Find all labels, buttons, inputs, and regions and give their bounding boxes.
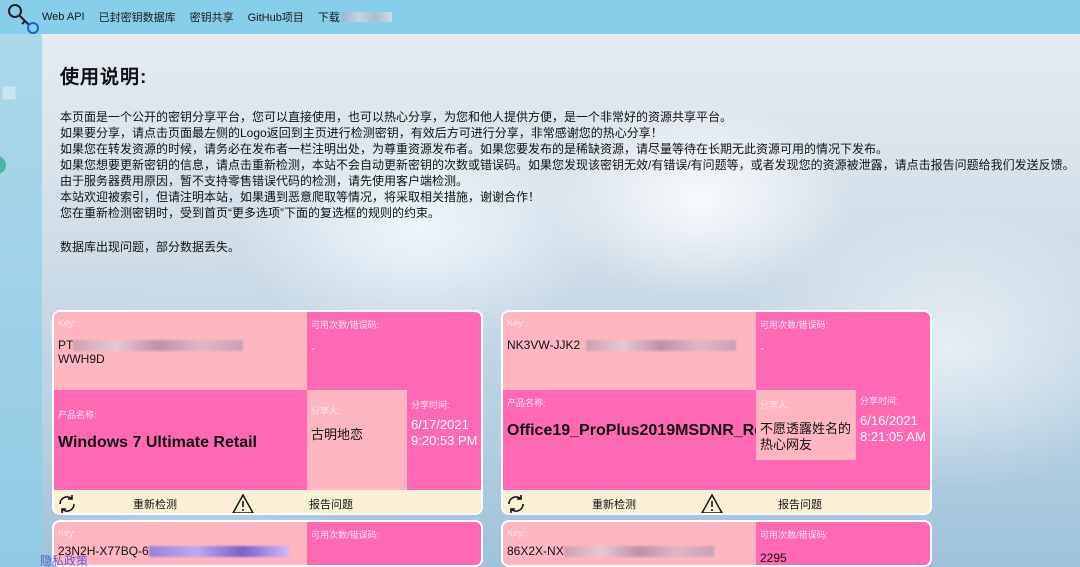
uses-label: 可用次数/错误码: (760, 320, 829, 330)
logo[interactable] (0, 0, 42, 34)
product-label: 产品名称: (58, 410, 97, 420)
uses-cell: 可用次数/错误码: - (307, 312, 481, 390)
intro-line-3: 如果您在转发资源的时候，请务必在发布者一栏注明出处，为尊重资源发布者。如果您要发… (60, 142, 889, 156)
warning-icon[interactable] (699, 492, 725, 513)
uses-label: 可用次数/错误码: (760, 530, 829, 540)
key-value[interactable]: NK3VW-JJK2 (507, 338, 752, 352)
key-logo-icon (8, 4, 39, 34)
recheck-button[interactable]: 重新检测 (80, 496, 230, 512)
time-label: 分享时间: (860, 396, 899, 406)
nav-blurred (341, 12, 392, 22)
key-label: Key: (58, 318, 77, 328)
key-prefix: 86X2X-NX (507, 544, 564, 558)
uses-cell: 可用次数/错误码: - (756, 312, 930, 390)
intro-line-4: 如果您想要更新密钥的信息，请点击重新检测，本站不会自动更新密钥的次数或错误码。如… (60, 158, 1075, 172)
uses-value: - (760, 341, 764, 355)
intro-line-6: 本站欢迎被索引，但请注明本站，如果遇到恶意爬取等情况，将采取相关措施，谢谢合作！ (60, 190, 541, 204)
key-card: Key: 86X2X-NX 可用次数/错误码: 2295 (501, 520, 932, 567)
key-cell: Key: PT WWH9D (54, 312, 307, 390)
nav-blocked-key-db[interactable]: 已封密钥数据库 (99, 9, 176, 25)
key-cell: Key: 86X2X-NX (503, 522, 756, 565)
recheck-button[interactable]: 重新检测 (529, 496, 699, 512)
time-cell: 分享时间: 6/16/2021 8:21:05 AM (856, 390, 930, 490)
key-prefix: NK3VW-JJK2 (507, 338, 581, 352)
sharer-name: 不愿透露姓名的热心网友 (760, 421, 852, 452)
refresh-icon[interactable] (54, 492, 80, 514)
uses-label: 可用次数/错误码: (311, 320, 380, 330)
sharer-label: 分享人: (760, 400, 790, 410)
key-cell: Key: 23N2H-X77BQ-6 (54, 522, 307, 565)
nav-github[interactable]: GitHub项目 (248, 9, 304, 25)
uses-cell: 可用次数/错误码: 2295 (756, 522, 930, 565)
key-value[interactable]: 86X2X-NX (507, 544, 752, 558)
time-cell: 分享时间: 6/17/2021 9:20:53 PM (407, 390, 481, 490)
intro-line-5: 由于服务器费用原因，暂不支持零售错误代码的检测，请先使用客户端检测。 (60, 174, 469, 188)
sharer-cell: 分享人: 古明地恋 (307, 390, 407, 490)
intro-line-7: 您在重新检测密钥时，受到首页“更多选项”下面的复选框的规则的约束。 (60, 206, 440, 220)
share-time: 6/16/2021 8:21:05 AM (860, 413, 926, 444)
uses-label: 可用次数/错误码: (311, 530, 380, 540)
intro-line-2: 如果要分享，请点击页面最左侧的Logo返回到主页进行检测密钥，有效后方可进行分享… (60, 126, 663, 140)
blurred-key (148, 546, 289, 558)
time-label: 分享时间: (411, 400, 450, 410)
report-button[interactable]: 报告问题 (725, 496, 875, 512)
product-cell: 产品名称: Office19_ProPlus2019MSDNR_Retail (503, 390, 787, 490)
left-sidebar (0, 34, 42, 567)
blurred-key (586, 340, 737, 352)
key-cell: Key: NK3VW-JJK2 (503, 312, 756, 390)
intro-line-1: 本页面是一个公开的密钥分享平台，您可以直接使用，也可以热心分享，为您和他人提供方… (60, 110, 733, 124)
card-actions: 重新检测 报告问题 (503, 490, 930, 514)
uses-cell: 可用次数/错误码: (307, 522, 481, 565)
key-label: Key: (507, 528, 526, 538)
warning-icon[interactable] (230, 492, 256, 513)
notice-text: 数据库出现问题，部分数据丢失。 (60, 240, 241, 254)
key-value[interactable]: 23N2H-X77BQ-6 (58, 544, 303, 558)
top-nav: Web API 已封密钥数据库 密钥共享 GitHub项目 下载 (0, 0, 1080, 34)
blurred-key (73, 340, 244, 352)
privacy-link[interactable]: 隐私政策 (40, 552, 88, 567)
product-cell: 产品名称: Windows 7 Ultimate Retail (54, 390, 307, 490)
sidebar-tab[interactable] (0, 156, 6, 174)
instructions: 使用说明: 本页面是一个公开的密钥分享平台，您可以直接使用，也可以热心分享，为您… (60, 62, 1075, 255)
share-time: 6/17/2021 9:20:53 PM (411, 417, 478, 448)
nav-key-share[interactable]: 密钥共享 (190, 9, 234, 25)
report-button[interactable]: 报告问题 (256, 496, 406, 512)
blurred-key (563, 546, 714, 558)
uses-value: - (311, 341, 315, 355)
key-value[interactable]: PT WWH9D (58, 338, 303, 366)
page-title: 使用说明: (60, 67, 148, 88)
refresh-icon[interactable] (503, 492, 529, 514)
product-name: Office19_ProPlus2019MSDNR_Retail (507, 422, 787, 439)
key-label: Key: (58, 528, 77, 538)
sharer-name: 古明地恋 (311, 427, 364, 442)
sharer-label: 分享人: (311, 406, 341, 416)
key-card: Key: PT WWH9D 可用次数/错误码: - 产品名称: Windows … (52, 310, 483, 515)
product-name: Windows 7 Ultimate Retail (58, 434, 257, 451)
key-prefix: PT (58, 338, 74, 352)
product-label: 产品名称: (507, 398, 546, 408)
sidebar-square[interactable] (2, 86, 16, 100)
nav-download[interactable]: 下载 (318, 9, 340, 25)
uses-value: 2295 (760, 551, 787, 565)
key-label: Key: (507, 318, 526, 328)
sharer-cell: 分享人: 不愿透露姓名的热心网友 (756, 390, 856, 460)
nav-web-api[interactable]: Web API (42, 11, 85, 23)
key-card: Key: 23N2H-X77BQ-6 可用次数/错误码: (52, 520, 483, 567)
key-card: Key: NK3VW-JJK2 可用次数/错误码: - 产品名称: Office… (501, 310, 932, 515)
key-tail: WWH9D (58, 352, 105, 366)
card-actions: 重新检测 报告问题 (54, 490, 481, 514)
